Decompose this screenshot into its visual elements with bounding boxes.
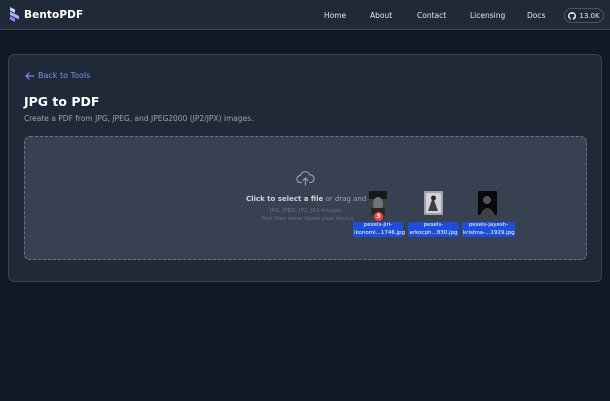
drag-count-badge: 3 [374,212,383,221]
back-to-tools-link[interactable]: Back to Tools [25,71,90,80]
nav-docs[interactable]: Docs [527,11,545,20]
arrow-left-icon [25,71,34,80]
file-name-line1: pexels-jayesh- [468,222,509,228]
select-file-text: Click to select a file [246,195,324,203]
page-description: Create a PDF from JPG, JPEG, and JPEG200… [24,114,254,123]
cloud-upload-icon [296,171,315,186]
file-chip-3[interactable]: pexels-jayesh- krishna-...1929.jpg [462,222,515,237]
file-name-line2: erkocph...830.jpg [409,229,458,236]
nav-about[interactable]: About [370,11,392,20]
file-thumbnail-2[interactable] [424,191,443,215]
nav-licensing[interactable]: Licensing [470,11,505,20]
brand[interactable]: BentoPDF [10,7,83,22]
file-name-line1: pexels-jiri- [363,222,393,228]
file-chip-1[interactable]: pexels-jiri- ikonomi...1746.jpg [353,222,406,237]
privacy-note: Your files never leave your device. [261,216,356,222]
top-navbar: BentoPDF Home About Contact Licensing Do… [0,0,610,30]
brand-name: BentoPDF [24,8,84,21]
file-name-line2: ikonomi...1746.jpg [354,229,406,236]
image-thumbnail [424,191,443,215]
dropzone-instruction: Click to select a file or drag and drop [246,195,384,203]
file-name-line2: krishna-...1929.jpg [463,229,515,236]
page-title: JPG to PDF [24,94,100,109]
accepted-file-types: JPG, JPEG, JP2, JPX Images [270,208,342,214]
bentopdf-logo-icon [10,7,19,22]
image-thumbnail [478,191,497,215]
nav-home[interactable]: Home [324,11,346,20]
file-chip-2[interactable]: pexels- erkocph...830.jpg [408,222,459,237]
github-star-count: 13.0K [579,11,600,20]
back-to-tools-label: Back to Tools [38,71,91,80]
file-thumbnail-3[interactable] [478,191,497,215]
nav-contact[interactable]: Contact [417,11,446,20]
github-icon [568,11,577,20]
file-name-line1: pexels- [423,222,444,228]
github-stars-button[interactable]: 13.0K [564,8,604,23]
